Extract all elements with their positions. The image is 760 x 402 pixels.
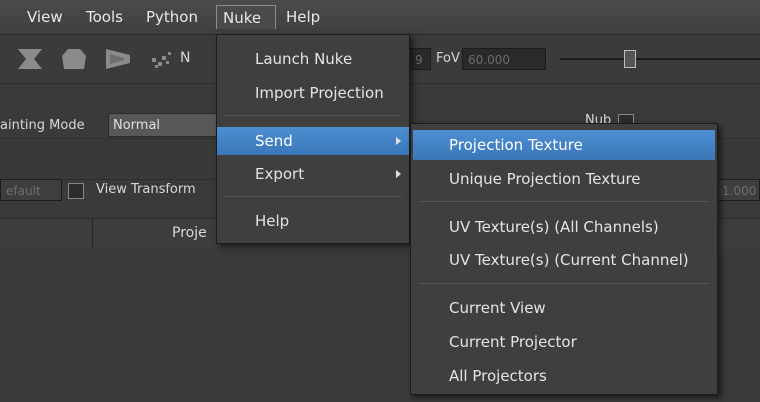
- menu-item-projection-texture[interactable]: Projection Texture: [413, 130, 715, 160]
- menu-nuke[interactable]: Nuke: [216, 5, 276, 29]
- menu-item-send[interactable]: Send: [217, 127, 409, 155]
- submenu-arrow-icon: [396, 137, 401, 145]
- fov-field[interactable]: 60.000: [462, 48, 546, 70]
- menu-separator: [225, 196, 401, 197]
- menu-help[interactable]: Help: [280, 5, 326, 29]
- fov-slider-track[interactable]: [560, 58, 760, 60]
- menu-item-launch-nuke[interactable]: Launch Nuke: [217, 45, 409, 73]
- menu-item-current-view[interactable]: Current View: [411, 294, 717, 322]
- column-divider: [92, 219, 93, 249]
- left-value-field[interactable]: 9: [409, 48, 431, 70]
- menu-item-unique-projection-texture[interactable]: Unique Projection Texture: [411, 165, 717, 193]
- menu-python[interactable]: Python: [140, 5, 204, 29]
- menubar: View Tools Python Nuke Help: [0, 0, 760, 35]
- send-submenu: Projection Texture Unique Projection Tex…: [410, 123, 718, 395]
- submenu-arrow-icon: [396, 170, 401, 178]
- fov-label: FoV: [436, 51, 460, 66]
- view-transform-checkbox[interactable]: [68, 183, 84, 199]
- menu-separator: [225, 115, 401, 116]
- menu-item-export[interactable]: Export: [217, 160, 409, 188]
- view-transform-label: View Transform: [96, 182, 196, 197]
- menu-item-uv-texture-current-channel[interactable]: UV Texture(s) (Current Channel): [411, 246, 717, 274]
- painting-mode-label: ainting Mode: [0, 118, 85, 133]
- menu-separator: [419, 201, 709, 202]
- fov-slider-handle[interactable]: [624, 50, 636, 68]
- projector-icon[interactable]: [16, 46, 44, 72]
- play-shape-icon[interactable]: [104, 46, 132, 72]
- menu-item-export-label: Export: [255, 165, 305, 183]
- stop-shape-icon[interactable]: [60, 46, 88, 72]
- menu-item-all-projectors[interactable]: All Projectors: [411, 362, 717, 390]
- menu-tools[interactable]: Tools: [80, 5, 129, 29]
- menu-item-import-projection[interactable]: Import Projection: [217, 79, 409, 107]
- column-header-projection[interactable]: Proje: [172, 225, 207, 241]
- painting-mode-combo[interactable]: Normal: [108, 113, 218, 137]
- scatter-brush-icon[interactable]: [148, 46, 176, 72]
- menu-view[interactable]: View: [21, 5, 69, 29]
- default-field[interactable]: efault: [0, 179, 62, 201]
- nuke-menu: Launch Nuke Import Projection Send Expor…: [216, 34, 410, 244]
- menu-item-current-projector[interactable]: Current Projector: [411, 328, 717, 356]
- menu-item-help[interactable]: Help: [217, 207, 409, 235]
- toolbar-partial-label: N: [180, 50, 191, 66]
- menu-separator: [419, 283, 709, 284]
- menu-item-uv-texture-all-channels[interactable]: UV Texture(s) (All Channels): [411, 213, 717, 241]
- right-value-field[interactable]: 1.000: [716, 179, 760, 201]
- menu-item-send-label: Send: [255, 132, 293, 150]
